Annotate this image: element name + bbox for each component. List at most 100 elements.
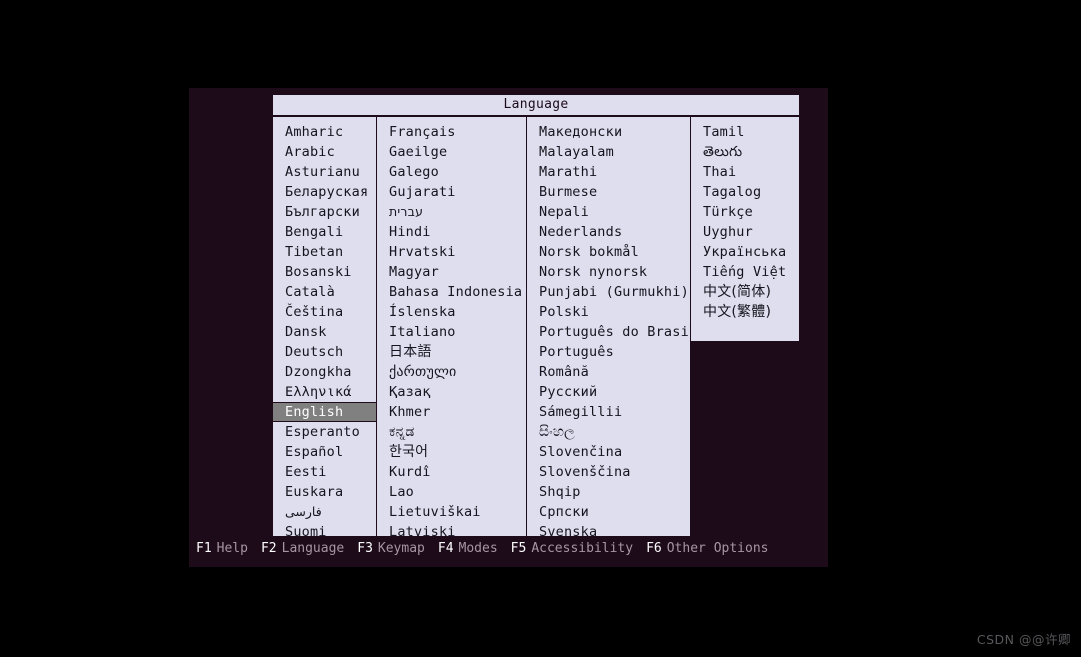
language-item[interactable]: עברית [377,202,526,222]
language-item[interactable]: Українська [691,242,799,262]
language-item[interactable]: සිංහල [527,422,690,442]
language-item[interactable]: ქართული [377,362,526,382]
language-item[interactable]: Српски [527,502,690,522]
function-key-action: Keymap [377,541,425,556]
language-item[interactable]: Български [273,202,376,222]
function-key-f3[interactable]: F3 Keymap [357,538,425,560]
language-item[interactable]: Bosanski [273,262,376,282]
function-key-action: Accessibility [531,541,634,556]
language-item[interactable]: Latviski [377,522,526,536]
function-key-action: Help [216,541,248,556]
language-item[interactable]: Khmer [377,402,526,422]
language-item[interactable]: Burmese [527,182,690,202]
language-item[interactable]: Marathi [527,162,690,182]
language-item[interactable]: Italiano [377,322,526,342]
language-item[interactable]: Norsk nynorsk [527,262,690,282]
function-key-label: F4 [437,541,454,556]
language-item[interactable]: Malayalam [527,142,690,162]
function-key-f6[interactable]: F6 Other Options [646,538,768,560]
language-item[interactable]: Asturianu [273,162,376,182]
language-item[interactable]: Thai [691,162,799,182]
language-item[interactable]: Português do Brasil [527,322,690,342]
language-column-4[interactable]: Tamil తెలుగు Thai Tagalog Türkçe Uyghur Україн… [690,116,800,342]
language-item[interactable]: Català [273,282,376,302]
language-item[interactable]: Esperanto [273,422,376,442]
function-key-action: Modes [458,541,498,556]
language-item[interactable]: فارسی [273,502,376,522]
language-item[interactable]: Bengali [273,222,376,242]
language-item[interactable]: Svenska [527,522,690,536]
language-item[interactable]: Deutsch [273,342,376,362]
function-key-f4[interactable]: F4 Modes [438,538,498,560]
language-item[interactable]: Ελληνικά [273,382,376,402]
watermark: CSDN @@许卿 [976,632,1071,647]
language-item[interactable]: ಕನ್ನಡ [377,422,526,442]
language-item[interactable]: Gujarati [377,182,526,202]
language-item[interactable]: Español [273,442,376,462]
language-item[interactable]: Tagalog [691,182,799,202]
language-item[interactable]: Português [527,342,690,362]
language-item[interactable]: Hindi [377,222,526,242]
language-item[interactable]: Lietuviškai [377,502,526,522]
language-item[interactable]: Dzongkha [273,362,376,382]
function-key-label: F6 [646,541,662,556]
language-item[interactable]: తెలుగు [691,142,799,162]
language-item[interactable]: Amharic [273,122,376,142]
function-key-bar: F1 Help F2 Language F3 Keymap F4 Modes F5 Accessi… [189,538,828,560]
language-item[interactable]: Eesti [273,462,376,482]
language-column-1[interactable]: Amharic Arabic Asturianu Беларуская Българск… [272,116,377,537]
language-item[interactable]: Galego [377,162,526,182]
language-item[interactable]: Slovenčina [527,442,690,462]
language-item[interactable]: Íslenska [377,302,526,322]
language-item[interactable]: Suomi [273,522,376,536]
language-item[interactable]: Nepali [527,202,690,222]
language-item[interactable]: Tibetan [273,242,376,262]
language-item[interactable]: Dansk [273,322,376,342]
language-list-2: Français Gaeilge Galego Gujarati עברית Hindi H… [377,117,526,536]
language-item[interactable]: Nederlands [527,222,690,242]
language-column-3[interactable]: Македонски Malayalam Marathi Burmese Nepali N… [526,116,691,537]
language-item[interactable]: Punjabi (Gurmukhi) [527,282,690,302]
language-item[interactable]: Shqip [527,482,690,502]
language-item[interactable]: Gaeilge [377,142,526,162]
dialog-title: Language [272,94,800,116]
function-key-label: F5 [510,541,527,556]
language-selection-dialog: Language Amharic Arabic Asturianu Беларуска… [272,94,800,537]
language-item[interactable]: Arabic [273,142,376,162]
language-list-4: Tamil తెలుగు Thai Tagalog Türkçe Uyghur Україн… [691,117,799,322]
language-item[interactable]: Lao [377,482,526,502]
language-item[interactable]: Беларуская [273,182,376,202]
language-item[interactable]: Bahasa Indonesia [377,282,526,302]
language-item[interactable]: Tamil [691,122,799,142]
language-item[interactable]: Polski [527,302,690,322]
language-item[interactable]: Türkçe [691,202,799,222]
language-item[interactable]: Қазақ [377,382,526,402]
language-item[interactable]: Kurdî [377,462,526,482]
language-list-3: Македонски Malayalam Marathi Burmese Nepali N… [527,117,690,536]
language-item[interactable]: Magyar [377,262,526,282]
function-key-action: Language [281,541,345,556]
language-item[interactable]: Македонски [527,122,690,142]
function-key-f2[interactable]: F2 Language [261,538,344,560]
language-item[interactable]: Hrvatski [377,242,526,262]
language-item[interactable]: Русский [527,382,690,402]
language-item[interactable]: 한국어 [377,442,526,462]
function-key-label: F1 [196,541,212,556]
language-item[interactable]: Tiếng Việt [691,262,799,282]
function-key-f1[interactable]: F1 Help [196,538,248,560]
language-item[interactable]: Français [377,122,526,142]
language-item-selected[interactable]: English [273,402,376,422]
language-item[interactable]: Română [527,362,690,382]
language-item[interactable]: Uyghur [691,222,799,242]
function-key-action: Other Options [666,541,769,556]
language-item[interactable]: 中文(繁體) [691,302,799,322]
language-item[interactable]: Čeština [273,302,376,322]
language-item[interactable]: Norsk bokmål [527,242,690,262]
language-item[interactable]: 日本語 [377,342,526,362]
language-item[interactable]: Euskara [273,482,376,502]
language-item[interactable]: Sámegillii [527,402,690,422]
function-key-f5[interactable]: F5 Accessibility [511,538,633,560]
language-item[interactable]: 中文(简体) [691,282,799,302]
language-column-2[interactable]: Français Gaeilge Galego Gujarati עברית Hindi H… [376,116,527,537]
language-item[interactable]: Slovenščina [527,462,690,482]
